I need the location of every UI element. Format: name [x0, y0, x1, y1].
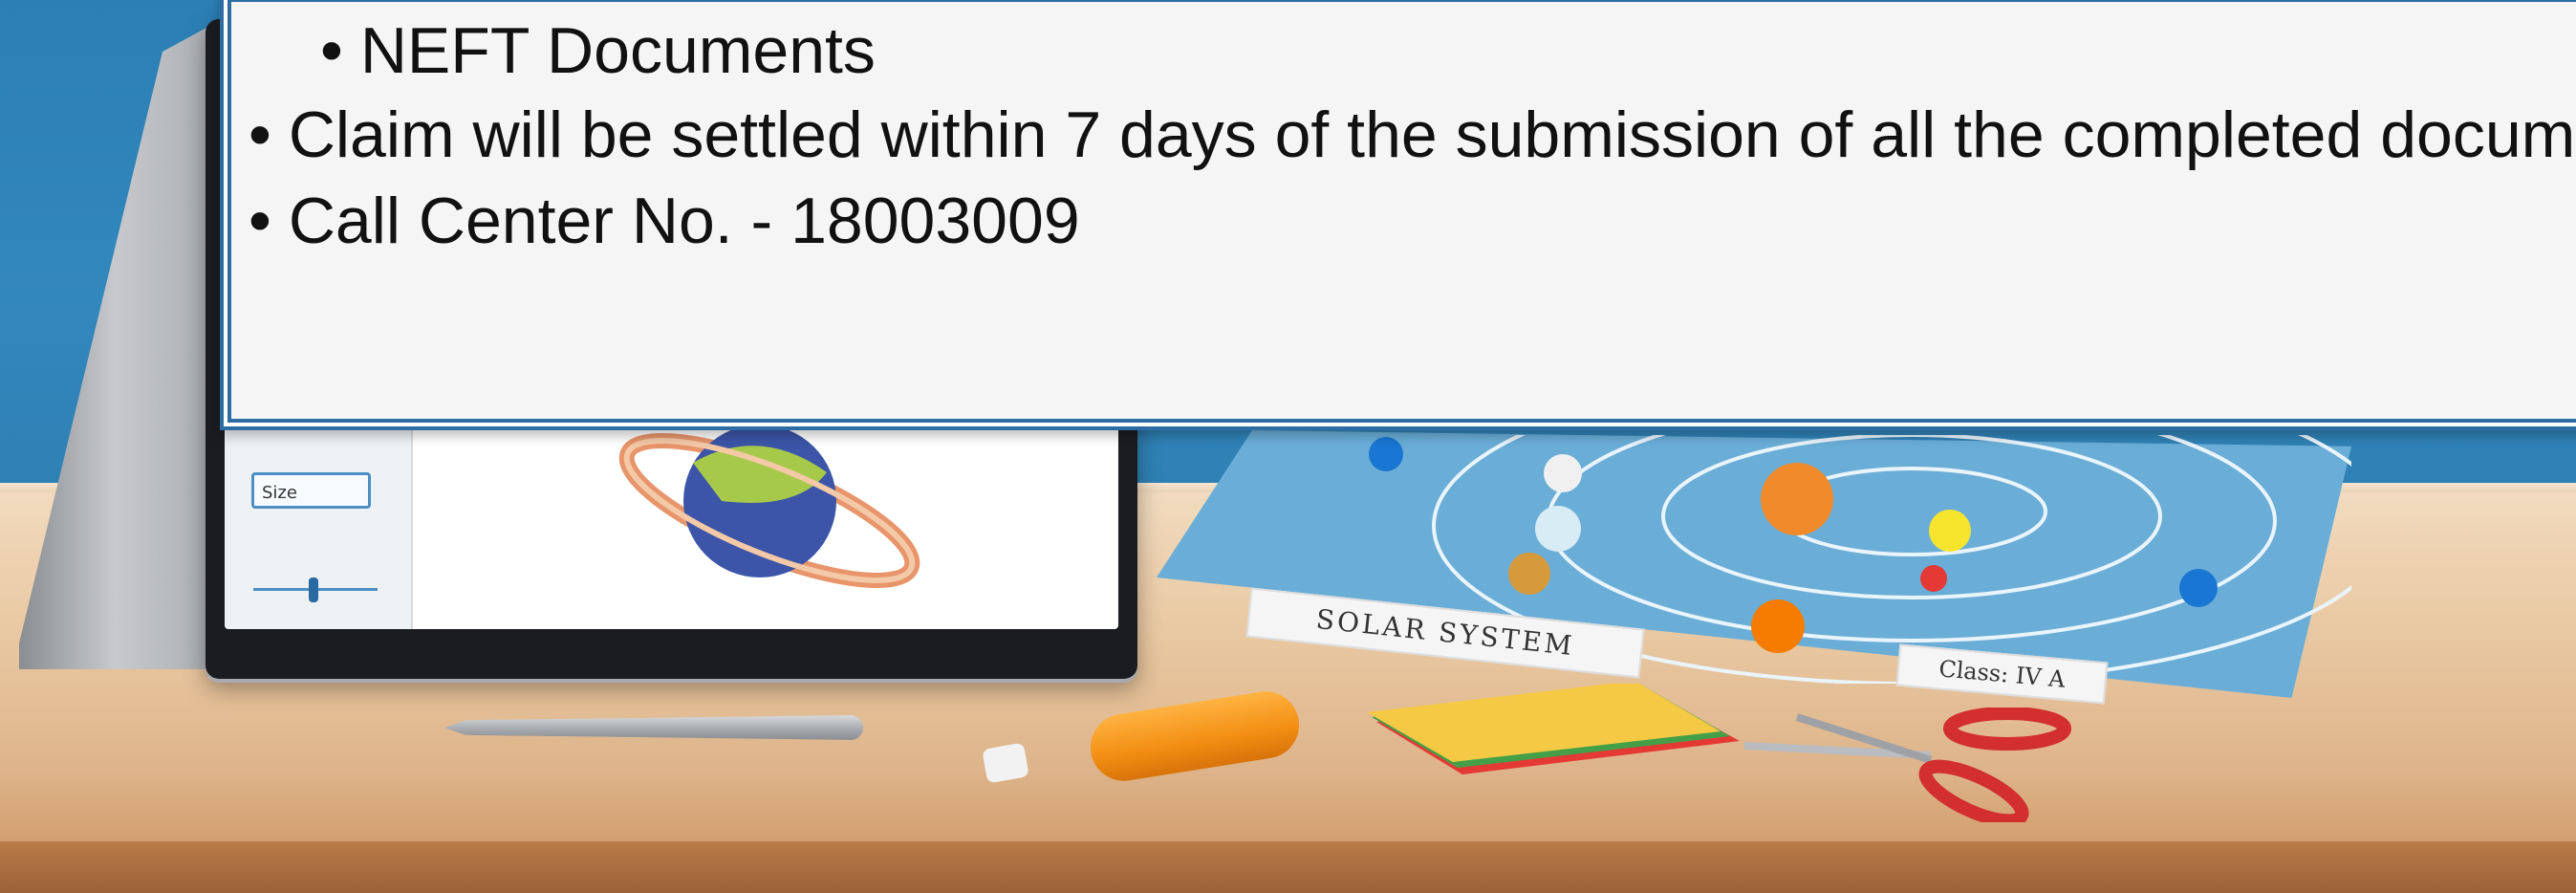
color-paper-stack: [1367, 684, 1740, 774]
bullet-text: Claim will be settled within 7 days of t…: [288, 98, 2576, 171]
scissors: [1743, 708, 2071, 822]
bullet-call-center: • Call Center No. - 18003009: [249, 183, 1080, 259]
size-slider-thumb: [309, 577, 318, 602]
bullet-neft-documents: • NEFT Documents: [320, 12, 876, 89]
bullet-text: NEFT Documents: [359, 14, 876, 87]
bullet-claim-settlement: • Claim will be settled within 7 days of …: [249, 97, 2576, 173]
glue-stick: [1061, 686, 1329, 786]
size-field: Size: [251, 472, 371, 509]
planet-drawing: [618, 425, 920, 589]
bullet-dot: •: [249, 185, 271, 257]
bullet-text: Call Center No. - 18003009: [288, 185, 1080, 257]
desk-front: [0, 841, 2576, 893]
bullet-dot: •: [249, 98, 271, 171]
glue-cap: [982, 742, 1029, 784]
bullet-dot: •: [320, 14, 343, 87]
